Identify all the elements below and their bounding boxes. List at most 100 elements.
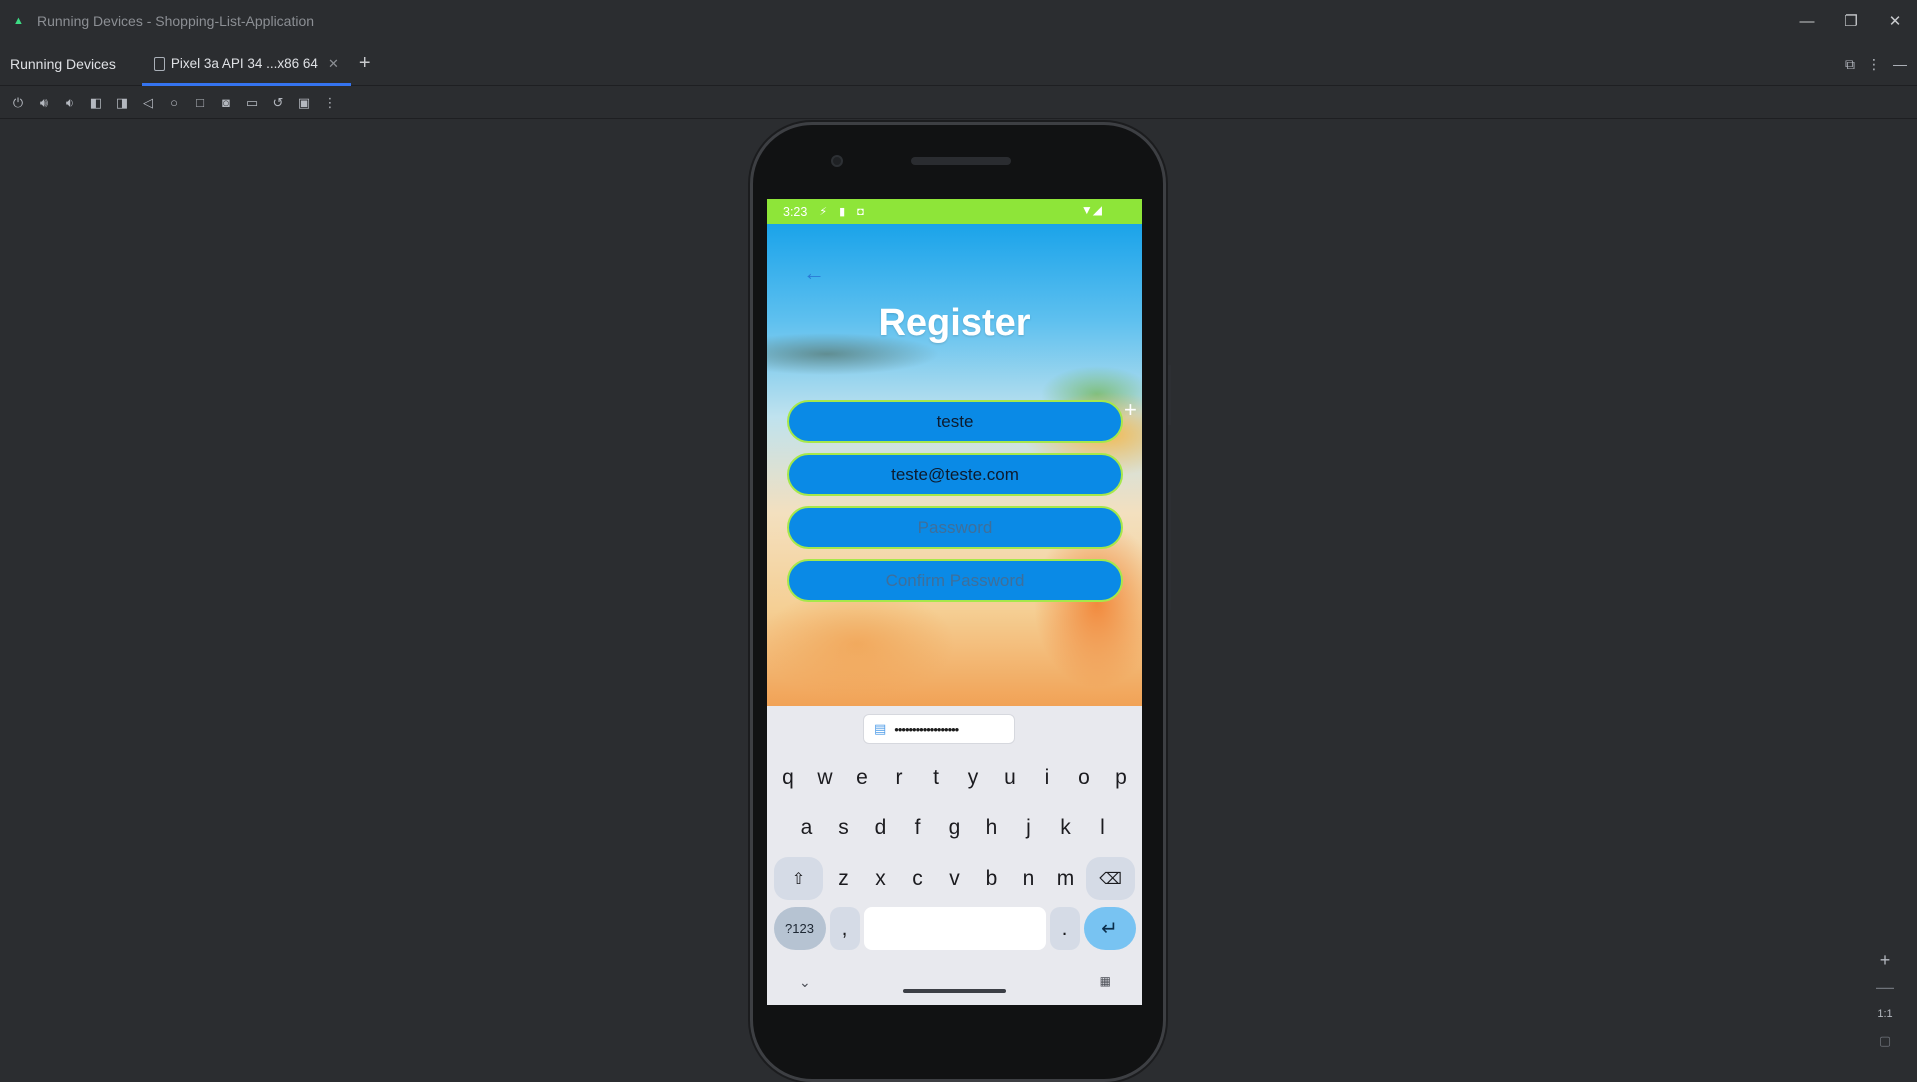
- charging-icon: ⚡: [819, 206, 828, 218]
- key-m[interactable]: m: [1049, 857, 1082, 900]
- email-field[interactable]: teste@teste.com: [787, 453, 1123, 496]
- restore-icon[interactable]: ❐: [1829, 0, 1873, 42]
- more-actions-icon[interactable]: ⋮: [322, 95, 338, 111]
- password-field[interactable]: Password: [787, 506, 1123, 549]
- shift-key-icon[interactable]: ⇧: [774, 857, 823, 900]
- clipboard-suggestion[interactable]: ▤ ••••••••••••••••••: [863, 714, 1015, 744]
- keyboard-nav: ⌄ ▦: [767, 974, 1142, 1000]
- register-screen: ← Register + teste teste@teste.com Passw…: [767, 224, 1142, 706]
- key-j[interactable]: j: [1012, 806, 1045, 849]
- symbols-key[interactable]: ?123: [773, 907, 826, 950]
- key-q[interactable]: q: [772, 756, 805, 799]
- android-studio-icon: ▲: [13, 15, 24, 27]
- key-i[interactable]: i: [1031, 756, 1064, 799]
- page-title: Register: [878, 302, 1031, 344]
- backspace-key-icon[interactable]: ⌫: [1086, 857, 1135, 900]
- key-u[interactable]: u: [994, 756, 1027, 799]
- zoom-fit-icon[interactable]: ▢: [1872, 1033, 1898, 1049]
- tab-label: Pixel 3a API 34 ...x86 64: [170, 56, 318, 71]
- power-icon[interactable]: ⏻: [10, 95, 26, 111]
- key-f[interactable]: f: [901, 806, 934, 849]
- rotate-right-icon[interactable]: ◨: [114, 95, 130, 111]
- key-v[interactable]: v: [938, 857, 971, 900]
- device-screen[interactable]: 3:23 ⚡ ▮ ◘ ▼◢ ← Register + teste teste@t…: [767, 199, 1142, 1005]
- add-device-icon[interactable]: +: [359, 52, 371, 75]
- status-time: 3:23: [783, 204, 808, 219]
- hide-panel-icon[interactable]: —: [1893, 56, 1907, 72]
- minimize-icon[interactable]: —: [1785, 0, 1829, 42]
- front-camera: [831, 155, 843, 167]
- key-e[interactable]: e: [846, 756, 879, 799]
- period-key[interactable]: .: [1049, 907, 1080, 950]
- status-bar: 3:23 ⚡ ▮ ◘ ▼◢: [767, 199, 1142, 224]
- screenshot-icon[interactable]: ◙: [218, 95, 234, 111]
- title-bar: ▲ Running Devices - Shopping-List-Applic…: [0, 0, 1917, 42]
- back-icon[interactable]: ◁: [140, 95, 156, 111]
- key-l[interactable]: l: [1086, 806, 1119, 849]
- more-options-icon[interactable]: ⋮: [1867, 56, 1881, 73]
- key-c[interactable]: c: [901, 857, 934, 900]
- tool-window-actions: ⧉ ⋮ —: [1845, 42, 1907, 86]
- key-p[interactable]: p: [1105, 756, 1138, 799]
- key-w[interactable]: w: [809, 756, 842, 799]
- zoom-in-icon[interactable]: +: [1872, 950, 1898, 971]
- space-key[interactable]: [863, 907, 1046, 950]
- tab-close-icon[interactable]: ✕: [328, 56, 339, 72]
- key-n[interactable]: n: [1012, 857, 1045, 900]
- key-d[interactable]: d: [864, 806, 897, 849]
- volume-down-icon[interactable]: 🔉︎: [62, 95, 78, 111]
- soft-keyboard: ▤ •••••••••••••••••• q w e r t y u i o p…: [767, 706, 1142, 1005]
- side-button: [1168, 490, 1171, 610]
- key-y[interactable]: y: [957, 756, 990, 799]
- mouse-cursor: +: [1124, 397, 1137, 422]
- key-x[interactable]: x: [864, 857, 897, 900]
- key-h[interactable]: h: [975, 806, 1008, 849]
- key-s[interactable]: s: [827, 806, 860, 849]
- tool-window-title: Running Devices: [10, 55, 116, 72]
- key-b[interactable]: b: [975, 857, 1008, 900]
- keyboard-row-1: q w e r t y u i o p: [767, 756, 1142, 799]
- close-icon[interactable]: ✕: [1873, 0, 1917, 42]
- tool-window-tab-bar: Running Devices Pixel 3a API 34 ...x86 6…: [0, 42, 1917, 86]
- device-icon: [153, 56, 165, 71]
- confirm-password-field[interactable]: Confirm Password: [787, 559, 1123, 602]
- rotate-left-icon[interactable]: ◧: [88, 95, 104, 111]
- wifi-signal-icon: ▼◢: [1080, 203, 1102, 217]
- tab-device[interactable]: Pixel 3a API 34 ...x86 64 ✕: [141, 42, 351, 86]
- gesture-home-bar[interactable]: [903, 989, 1006, 993]
- key-r[interactable]: r: [883, 756, 916, 799]
- clipboard-text: ••••••••••••••••••: [894, 721, 959, 737]
- mirror-icon[interactable]: ▣: [296, 95, 312, 111]
- clipboard-icon: ▤: [874, 721, 887, 736]
- zoom-actual-size[interactable]: 1:1: [1872, 1008, 1898, 1020]
- key-a[interactable]: a: [790, 806, 823, 849]
- snapshot-icon[interactable]: ↺: [270, 95, 286, 111]
- keyboard-row-3: ⇧ z x c v b n m ⌫: [767, 857, 1142, 900]
- comma-key[interactable]: ,: [829, 907, 860, 950]
- key-g[interactable]: g: [938, 806, 971, 849]
- keyboard-row-4: ?123 , . ↵: [767, 907, 1142, 950]
- side-button: [1168, 365, 1171, 425]
- active-tab-indicator: [141, 82, 351, 86]
- zoom-out-icon[interactable]: —: [1872, 977, 1898, 998]
- earpiece-speaker: [911, 157, 1011, 165]
- overview-icon[interactable]: □: [192, 95, 208, 111]
- back-arrow-icon[interactable]: ←: [803, 260, 825, 286]
- volume-up-icon[interactable]: 🔊︎: [36, 95, 52, 111]
- detach-icon[interactable]: ⧉: [1845, 56, 1855, 73]
- key-z[interactable]: z: [827, 857, 860, 900]
- key-k[interactable]: k: [1049, 806, 1082, 849]
- keyboard-switch-icon[interactable]: ▦: [1100, 974, 1112, 988]
- enter-key-icon[interactable]: ↵: [1083, 907, 1136, 950]
- emulator-toolbar: ⏻ 🔊︎ 🔉︎ ◧ ◨ ◁ ○ □ ◙ ▭ ↺ ▣ ⋮: [0, 87, 1917, 119]
- screen-record-icon[interactable]: ▭: [244, 95, 260, 111]
- key-t[interactable]: t: [920, 756, 953, 799]
- app-notification-icon: ◘: [857, 205, 864, 218]
- keyboard-row-2: a s d f g h j k l: [767, 806, 1142, 849]
- key-o[interactable]: o: [1068, 756, 1101, 799]
- home-icon[interactable]: ○: [166, 95, 182, 111]
- sd-card-icon: ▮: [839, 206, 846, 218]
- username-field[interactable]: teste: [787, 400, 1123, 443]
- window-controls: — ❐ ✕: [1785, 0, 1917, 42]
- hide-keyboard-chevron-icon[interactable]: ⌄: [799, 974, 811, 991]
